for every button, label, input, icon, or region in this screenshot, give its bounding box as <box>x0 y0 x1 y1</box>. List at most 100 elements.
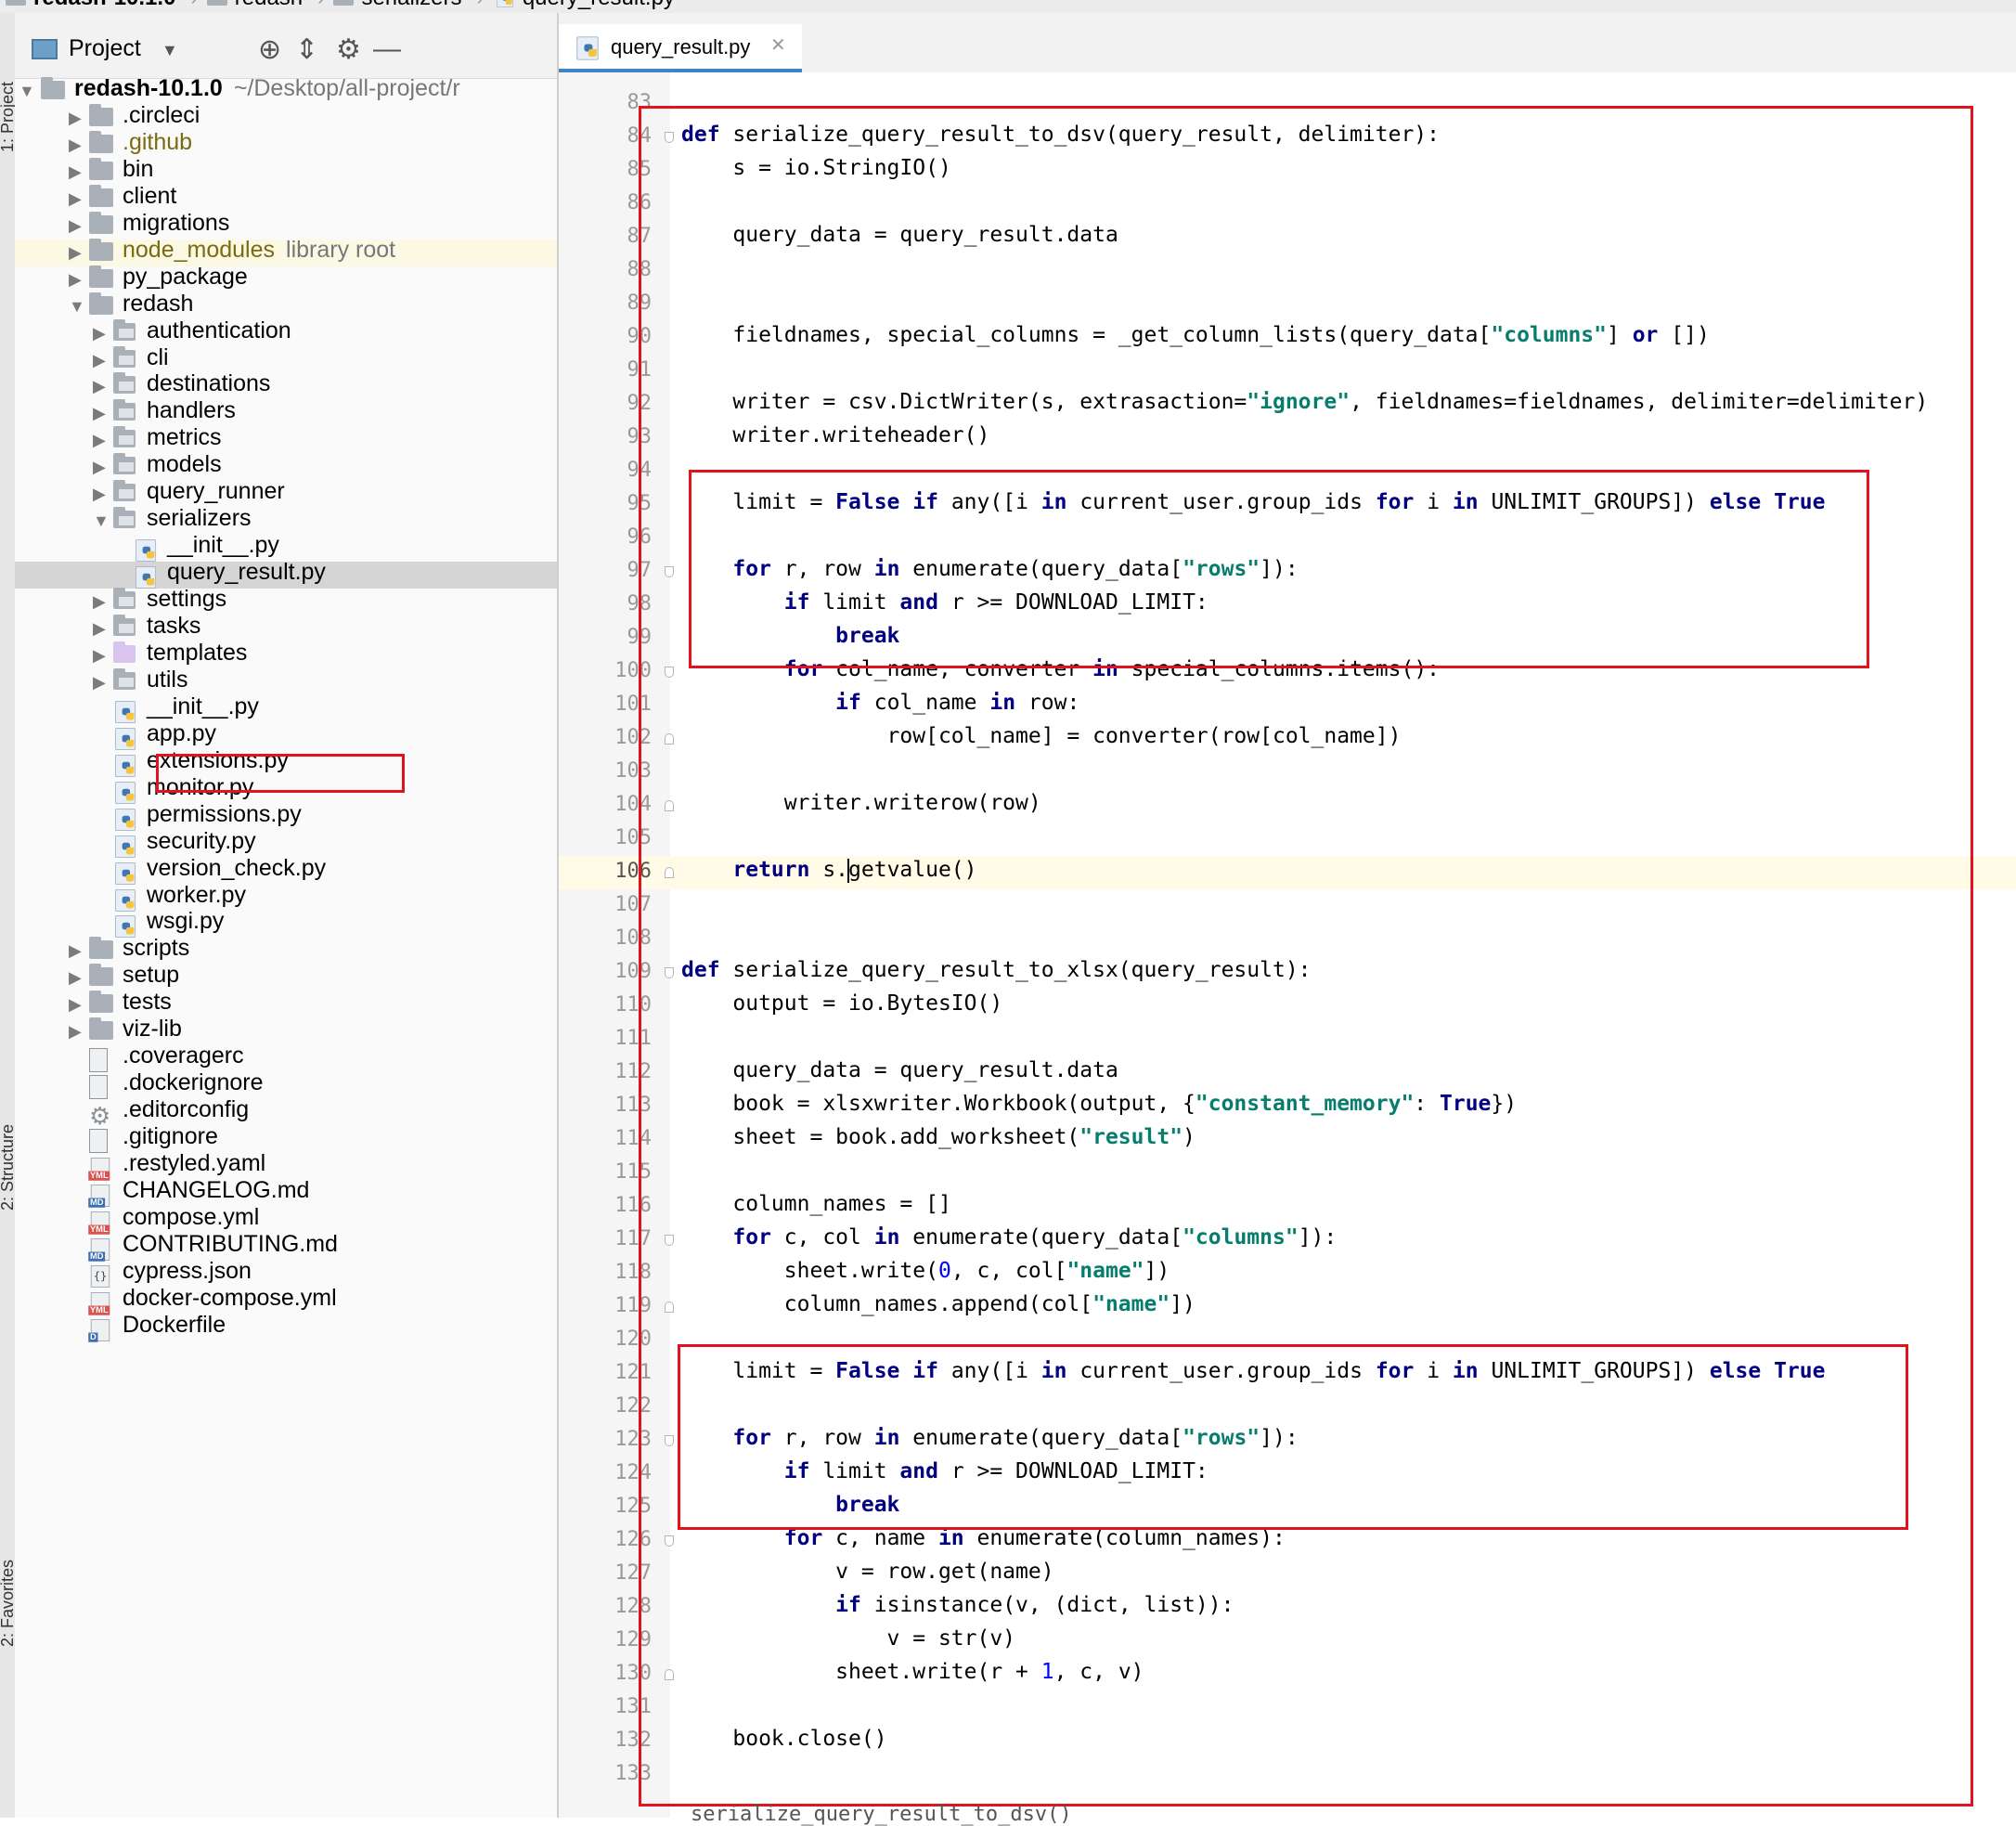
chevron-right-icon[interactable]: ▶ <box>93 619 111 639</box>
tree-item[interactable]: ▶ utils <box>15 666 557 696</box>
chevron-down-icon[interactable]: ▼ <box>162 41 178 60</box>
line-number: 95 <box>627 492 653 515</box>
chevron-down-icon[interactable]: ▼ <box>19 82 37 101</box>
tree-item[interactable]: ▶ settings <box>15 586 557 615</box>
chevron-right-icon[interactable]: ▶ <box>93 646 111 666</box>
tree-item[interactable]: ▼ redash-10.1.0 ~/Desktop/all-project/r <box>15 75 557 105</box>
locate-icon[interactable]: ⊕ <box>258 33 281 66</box>
python-file-icon <box>496 0 513 7</box>
tree-item[interactable]: ▶ migrations <box>15 210 557 240</box>
tree-item-label: redash <box>123 290 194 317</box>
tree-item[interactable]: ▶ cli <box>15 344 557 374</box>
hide-panel-icon[interactable]: — <box>373 33 401 65</box>
code-breadcrumb[interactable]: serialize_query_result_to_dsv() <box>691 1803 1072 1826</box>
tree-item[interactable]: .dockerignore <box>15 1069 557 1100</box>
tree-item[interactable]: ▶ authentication <box>15 317 557 347</box>
chevron-right-icon[interactable]: ▶ <box>93 431 111 450</box>
tree-item[interactable]: YML docker-compose.yml <box>15 1285 557 1315</box>
chevron-right-icon[interactable]: ▶ <box>93 673 111 693</box>
chevron-right-icon[interactable]: ▶ <box>69 941 87 961</box>
close-icon[interactable]: ✕ <box>770 33 786 57</box>
chevron-right-icon[interactable]: ▶ <box>69 270 87 290</box>
tree-item[interactable]: version_check.py <box>15 855 557 885</box>
tree-item[interactable]: ▶ metrics <box>15 424 557 454</box>
tree-item[interactable]: ▶ client <box>15 183 557 213</box>
tree-item[interactable]: ▶ .circleci <box>15 102 557 132</box>
chevron-right-icon[interactable]: ▶ <box>69 109 87 128</box>
chevron-down-icon[interactable]: ▼ <box>93 512 111 531</box>
tree-item[interactable]: query_result.py <box>15 559 557 589</box>
tree-item-label: utils <box>147 666 188 693</box>
tree-item[interactable]: __init__.py <box>15 693 557 723</box>
gear-icon[interactable]: ⚙ <box>336 33 361 66</box>
line-number: 114 <box>614 1127 652 1150</box>
breadcrumb-item[interactable]: › query_result.py <box>468 0 675 11</box>
chevron-right-icon[interactable]: ▶ <box>93 377 111 396</box>
tree-item[interactable]: ▼ serializers <box>15 505 557 535</box>
chevron-right-icon[interactable]: ▶ <box>93 324 111 343</box>
tree-item[interactable]: ▶ templates <box>15 640 557 669</box>
tree-item[interactable]: __init__.py <box>15 532 557 563</box>
chevron-right-icon[interactable]: ▶ <box>69 189 87 209</box>
tree-item[interactable]: ▶ query_runner <box>15 478 557 508</box>
chevron-right-icon[interactable]: ▶ <box>69 968 87 988</box>
line-number: 130 <box>614 1662 652 1685</box>
chevron-right-icon[interactable]: ▶ <box>93 351 111 370</box>
chevron-right-icon[interactable]: ▶ <box>69 162 87 182</box>
tree-item[interactable]: ▶ models <box>15 451 557 481</box>
tab-query-result[interactable]: query_result.py ✕ <box>559 24 802 72</box>
tree-item[interactable]: permissions.py <box>15 801 557 831</box>
tree-item[interactable]: security.py <box>15 827 557 858</box>
tree-item[interactable]: ▶ destinations <box>15 370 557 400</box>
tree-item[interactable]: wsgi.py <box>15 908 557 939</box>
tree-item-label: .coveragerc <box>123 1043 244 1069</box>
tree-item[interactable]: app.py <box>15 720 557 750</box>
project-view-selector[interactable]: Project <box>69 35 141 62</box>
tree-item[interactable]: .gitignore <box>15 1123 557 1154</box>
tree-item[interactable]: ▶ tests <box>15 989 557 1018</box>
breadcrumb-item[interactable]: redash-10.1.0 <box>6 0 175 11</box>
collapse-all-icon[interactable]: ⇕ <box>295 33 318 66</box>
tree-item[interactable]: YML .restyled.yaml <box>15 1150 557 1181</box>
chevron-down-icon[interactable]: ▼ <box>69 297 87 317</box>
tree-item[interactable]: ▶ .github <box>15 129 557 159</box>
tree-item-label: security.py <box>147 827 256 854</box>
chevron-right-icon[interactable]: ▶ <box>93 458 111 477</box>
tree-item[interactable]: ▶ handlers <box>15 397 557 427</box>
python-file-icon <box>576 36 599 60</box>
tree-item[interactable]: MD CHANGELOG.md <box>15 1177 557 1208</box>
tree-item[interactable]: worker.py <box>15 882 557 912</box>
line-number: 118 <box>614 1261 652 1284</box>
chevron-right-icon[interactable]: ▶ <box>69 136 87 155</box>
templates-folder-icon <box>113 641 136 663</box>
project-icon <box>32 39 58 59</box>
tree-item[interactable]: ▶ viz-lib <box>15 1016 557 1045</box>
chevron-right-icon[interactable]: ▶ <box>69 243 87 263</box>
breadcrumb-separator: › <box>190 0 197 10</box>
tree-item[interactable]: ▶ scripts <box>15 935 557 965</box>
highlight-box-limit-dsv <box>689 470 1869 668</box>
tree-item[interactable]: ▶ node_modules library root <box>15 237 557 266</box>
chevron-right-icon[interactable]: ▶ <box>93 485 111 504</box>
chevron-right-icon[interactable]: ▶ <box>93 592 111 612</box>
tree-item[interactable]: ▶ py_package <box>15 264 557 293</box>
tree-item[interactable]: {} cypress.json <box>15 1258 557 1288</box>
tree-item[interactable]: ▼ redash <box>15 290 557 320</box>
tree-item[interactable]: MD CONTRIBUTING.md <box>15 1231 557 1262</box>
tree-item[interactable]: ▶ bin <box>15 155 557 186</box>
chevron-right-icon[interactable]: ▶ <box>69 995 87 1015</box>
chevron-right-icon[interactable]: ▶ <box>69 1022 87 1042</box>
line-number: 107 <box>614 893 652 916</box>
breadcrumb-item[interactable]: › redash <box>181 0 303 11</box>
chevron-right-icon[interactable]: ▶ <box>69 216 87 236</box>
tree-item-label: bin <box>123 155 154 182</box>
tree-item[interactable]: ▶ tasks <box>15 613 557 642</box>
folder-icon <box>89 157 113 180</box>
tree-item[interactable]: ⚙ .editorconfig <box>15 1096 557 1128</box>
tree-item[interactable]: D Dockerfile <box>15 1312 557 1342</box>
tree-item[interactable]: ▶ setup <box>15 962 557 991</box>
breadcrumb-item[interactable]: › serializers <box>308 0 462 11</box>
tree-item[interactable]: YML compose.yml <box>15 1204 557 1235</box>
chevron-right-icon[interactable]: ▶ <box>93 404 111 423</box>
tree-item[interactable]: .coveragerc <box>15 1043 557 1073</box>
